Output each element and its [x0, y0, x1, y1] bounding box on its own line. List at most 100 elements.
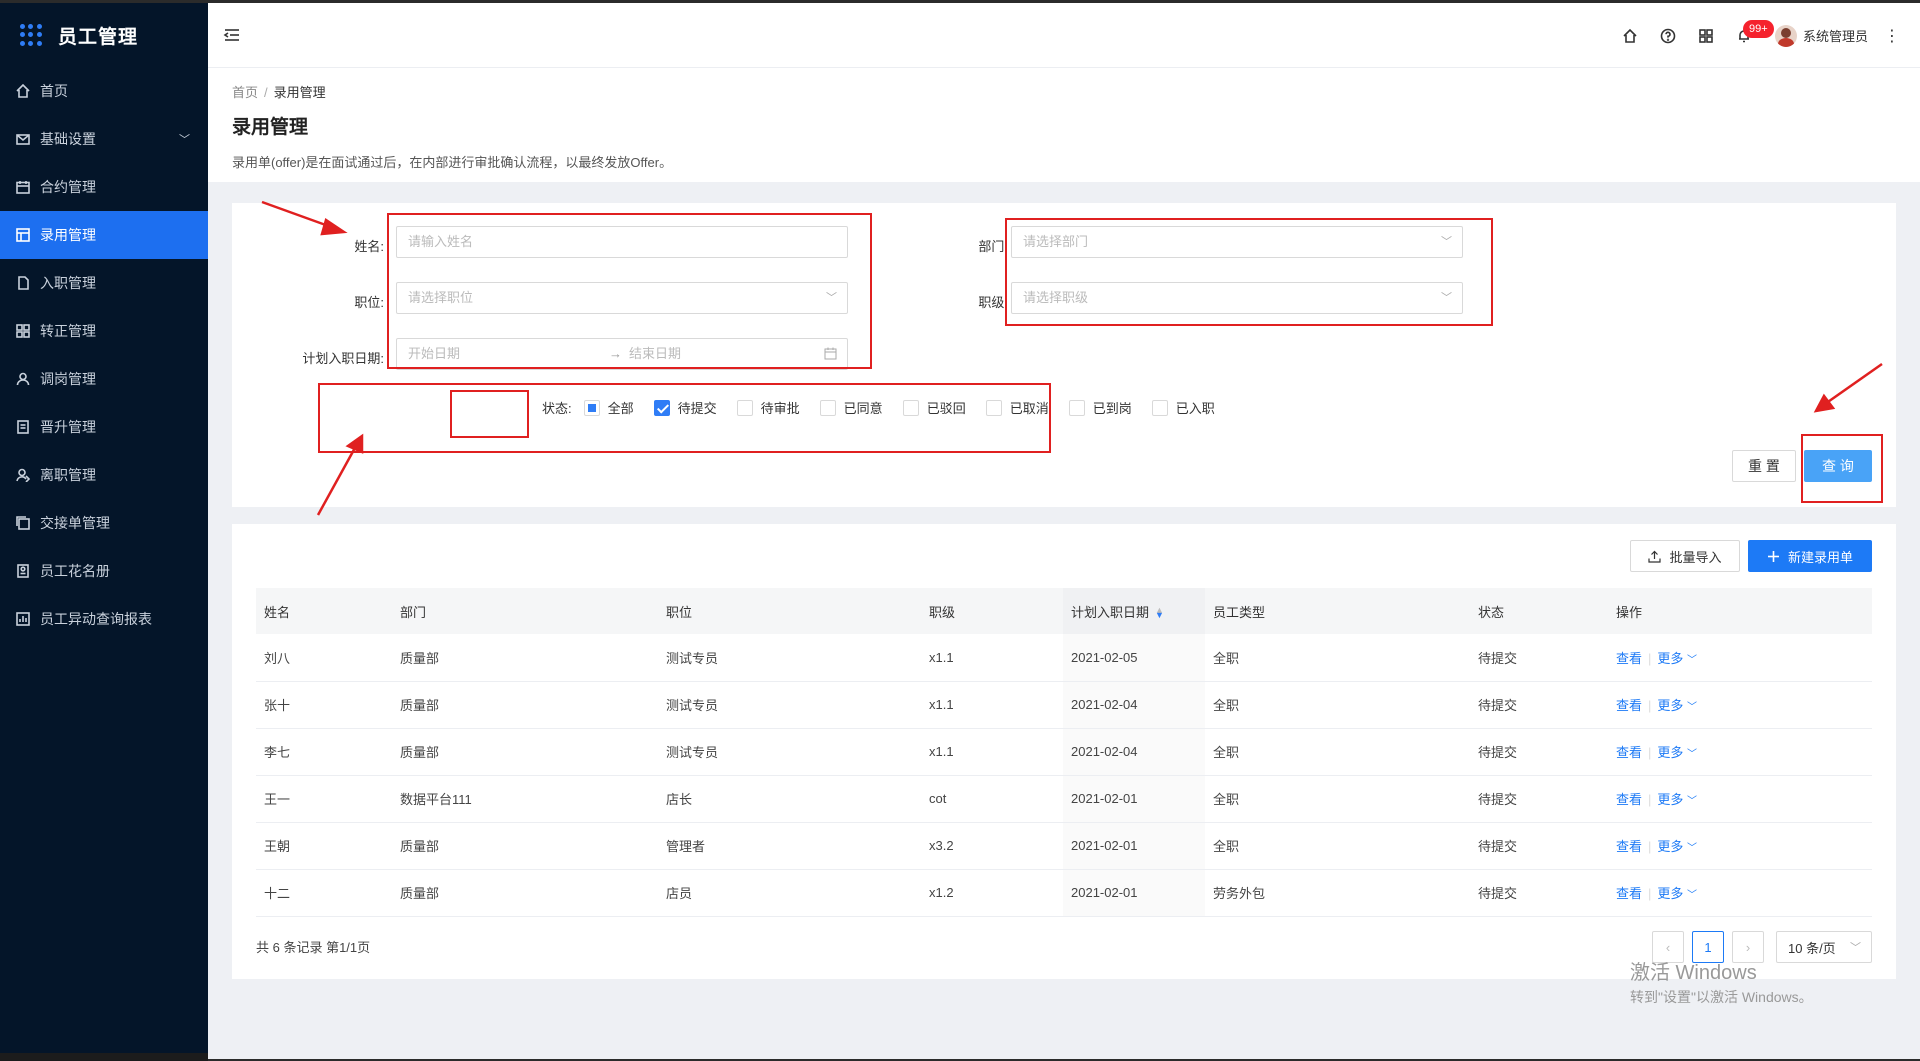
table-header-row: 姓名 部门 职位 职级 计划入职日期 ▲ ▼ 员工类型 状态 操作: [256, 588, 1872, 634]
top-header: 99+ 系统管理员 ⋮: [208, 3, 1920, 68]
position-select[interactable]: 请选择职位 ﹀: [396, 282, 848, 314]
checkbox-box[interactable]: [736, 399, 753, 416]
checkbox-label: 已同意: [843, 401, 883, 416]
sidebar-item-6[interactable]: 调岗管理: [0, 355, 208, 403]
more-dropdown[interactable]: 更多 ﹀: [1657, 745, 1697, 760]
more-label: 更多: [1657, 839, 1684, 854]
dept-placeholder: 请选择部门: [1023, 234, 1089, 249]
status-checkbox-5[interactable]: 已取消: [985, 398, 1049, 417]
table-cell: 十二: [256, 869, 392, 917]
sidebar-item-3[interactable]: 录用管理: [0, 211, 208, 259]
status-options: 全部 待提交 待审批 已同意 已驳回 已取消 已到岗 已入职: [583, 398, 1235, 417]
more-dropdown[interactable]: 更多 ﹀: [1657, 886, 1697, 901]
new-offer-button[interactable]: 新建录用单: [1748, 540, 1872, 572]
batch-import-button[interactable]: 批量导入: [1630, 540, 1740, 572]
apps-icon[interactable]: [1687, 17, 1725, 55]
table-cell: 质量部: [392, 728, 658, 776]
level-select[interactable]: 请选择职级 ﹀: [1011, 282, 1463, 314]
query-button[interactable]: 查 询: [1804, 450, 1872, 482]
upload-icon: [1648, 550, 1662, 563]
user-menu[interactable]: 系统管理员: [1774, 24, 1868, 47]
checkbox-box[interactable]: [819, 399, 836, 416]
more-dropdown[interactable]: 更多 ﹀: [1657, 651, 1697, 666]
view-link[interactable]: 查看: [1616, 839, 1642, 854]
status-checkbox-6[interactable]: 已到岗: [1068, 398, 1132, 417]
status-checkbox-0[interactable]: 全部: [583, 398, 634, 417]
checkbox-label: 待提交: [677, 401, 717, 416]
sidebar-item-0[interactable]: 首页: [0, 67, 208, 115]
user-name: 系统管理员: [1802, 29, 1868, 44]
column-header[interactable]: 计划入职日期 ▲ ▼: [1063, 588, 1205, 634]
sidebar-item-5[interactable]: 转正管理: [0, 307, 208, 355]
table-cell: 2021-02-01: [1063, 822, 1205, 870]
table-cell: 待提交: [1470, 634, 1608, 682]
view-link[interactable]: 查看: [1616, 886, 1642, 901]
sidebar-item-1[interactable]: 基础设置 ﹀: [0, 115, 208, 163]
menu-collapse-icon[interactable]: [222, 25, 242, 45]
table-cell: 待提交: [1470, 822, 1608, 870]
bell-icon[interactable]: 99+: [1725, 17, 1774, 55]
status-filter: 状态: 全部 待提交 待审批 已同意 已驳回 已取消 已到岗 已入职: [542, 398, 1235, 417]
sidebar-item-11[interactable]: 员工异动查询报表: [0, 595, 208, 643]
page-title: 录用管理: [232, 117, 309, 138]
planned-date-range[interactable]: 开始日期 → 结束日期: [396, 338, 848, 370]
level-label: 职级:: [978, 295, 1008, 310]
app-grid-icon: [20, 24, 42, 46]
checkbox-box[interactable]: [1151, 399, 1168, 416]
name-input[interactable]: 请输入姓名: [396, 226, 848, 258]
checkbox-box[interactable]: [1068, 399, 1085, 416]
more-dropdown[interactable]: 更多 ﹀: [1657, 792, 1697, 807]
help-icon[interactable]: [1649, 17, 1687, 55]
table-cell: 全职: [1205, 728, 1470, 776]
calendar-icon: [824, 347, 837, 360]
breadcrumb-home[interactable]: 首页: [232, 85, 258, 100]
view-link[interactable]: 查看: [1616, 745, 1642, 760]
actions-cell: 查看 | 更多 ﹀: [1608, 728, 1872, 776]
avatar: [1774, 24, 1797, 47]
sidebar-item-2[interactable]: 合约管理: [0, 163, 208, 211]
sidebar-item-label: 录用管理: [40, 227, 96, 243]
brand[interactable]: 员工管理: [0, 3, 208, 67]
table-cell: 张十: [256, 681, 392, 729]
table-cell: x1.1: [921, 681, 1063, 729]
sidebar-item-9[interactable]: 交接单管理: [0, 499, 208, 547]
view-link[interactable]: 查看: [1616, 792, 1642, 807]
status-checkbox-1[interactable]: 待提交: [653, 398, 717, 417]
sidebar-item-4[interactable]: 入职管理: [0, 259, 208, 307]
dept-select[interactable]: 请选择部门 ﹀: [1011, 226, 1463, 258]
more-vertical-icon[interactable]: ⋮: [1884, 26, 1900, 46]
chevron-down-icon: ﹀: [1687, 796, 1698, 807]
checkbox-box[interactable]: [583, 399, 600, 416]
name-placeholder: 请输入姓名: [408, 234, 474, 249]
chevron-down-icon: ﹀: [1687, 702, 1698, 713]
app-title: 员工管理: [58, 26, 139, 48]
actions-cell: 查看 | 更多 ﹀: [1608, 634, 1872, 682]
view-link[interactable]: 查看: [1616, 698, 1642, 713]
checkbox-box[interactable]: [902, 399, 919, 416]
date-end-placeholder: 结束日期: [629, 346, 682, 361]
checkbox-box[interactable]: [653, 399, 670, 416]
reset-button[interactable]: 重 置: [1732, 450, 1796, 482]
table-cell: cot: [921, 775, 1063, 823]
status-checkbox-7[interactable]: 已入职: [1151, 398, 1215, 417]
sidebar-item-8[interactable]: 离职管理: [0, 451, 208, 499]
home-icon[interactable]: [1611, 17, 1649, 55]
more-dropdown[interactable]: 更多 ﹀: [1657, 839, 1697, 854]
status-checkbox-4[interactable]: 已驳回: [902, 398, 966, 417]
status-label: 状态:: [542, 401, 572, 416]
view-link[interactable]: 查看: [1616, 651, 1642, 666]
table-icon: [16, 228, 30, 242]
sidebar-item-7[interactable]: 晋升管理: [0, 403, 208, 451]
sort-icon[interactable]: ▲ ▼: [1155, 606, 1164, 620]
file-icon: [16, 276, 30, 290]
sidebar-item-10[interactable]: 员工花名册: [0, 547, 208, 595]
checkbox-box[interactable]: [985, 399, 1002, 416]
user-leave-icon: [16, 468, 30, 482]
table-cell: 2021-02-01: [1063, 869, 1205, 917]
breadcrumb-separator: /: [264, 85, 268, 100]
chevron-down-icon: ﹀: [1687, 749, 1698, 760]
table-cell: 质量部: [392, 681, 658, 729]
more-dropdown[interactable]: 更多 ﹀: [1657, 698, 1697, 713]
status-checkbox-2[interactable]: 待审批: [736, 398, 800, 417]
status-checkbox-3[interactable]: 已同意: [819, 398, 883, 417]
